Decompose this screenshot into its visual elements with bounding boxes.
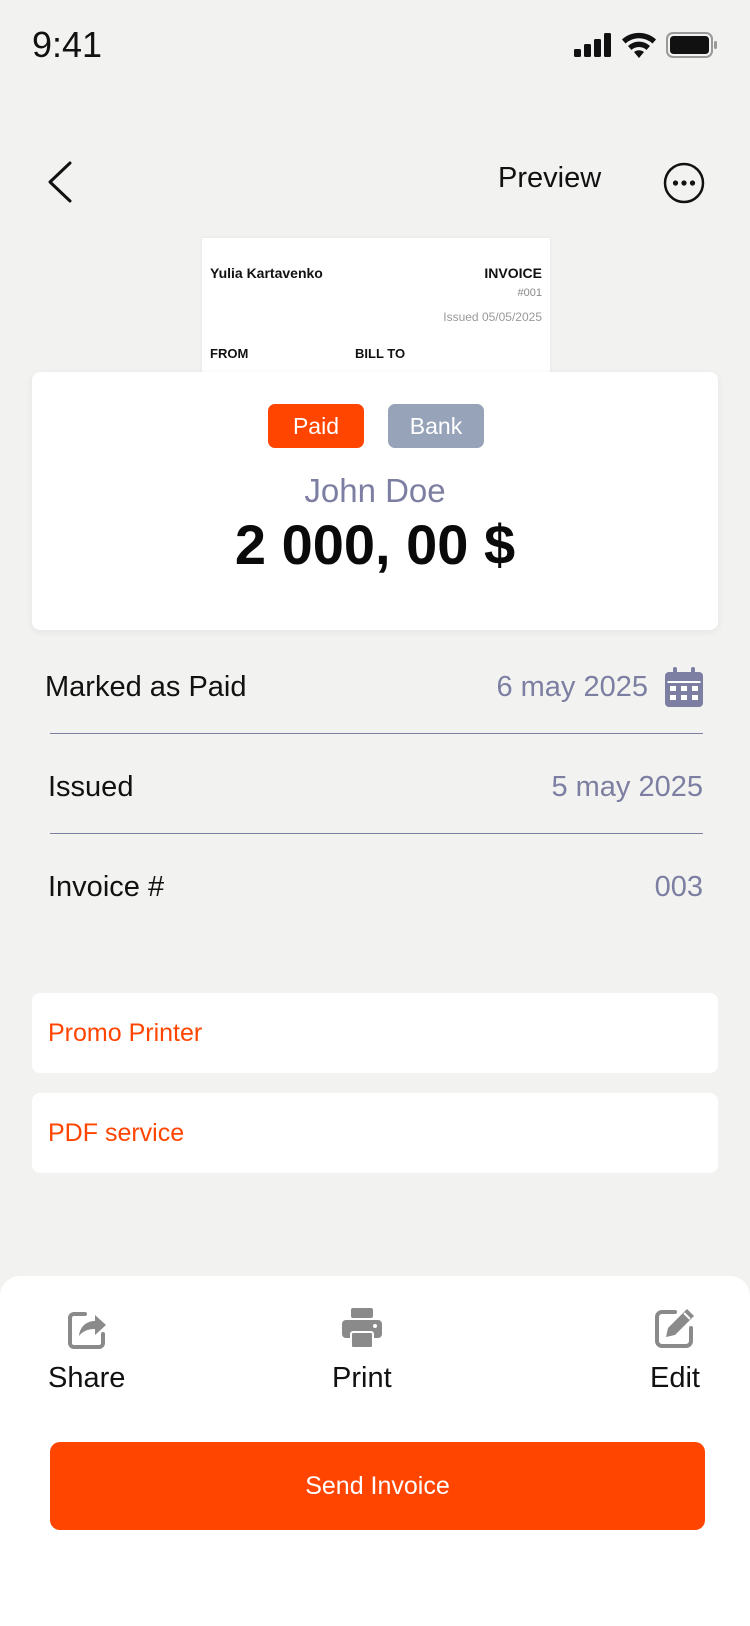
preview-sender-name: Yulia Kartavenko xyxy=(210,265,323,281)
battery-icon xyxy=(666,32,717,58)
preview-from-label: FROM xyxy=(210,346,249,361)
send-invoice-button[interactable]: Send Invoice xyxy=(50,1442,705,1530)
wifi-icon xyxy=(622,32,656,58)
print-button[interactable]: Print xyxy=(332,1306,392,1395)
edit-button[interactable]: Edit xyxy=(650,1306,700,1395)
bottom-action-sheet: Share Print Edit Send Invoice xyxy=(0,1276,750,1626)
print-label: Print xyxy=(332,1362,392,1394)
chevron-left-icon xyxy=(48,161,72,203)
more-options-button[interactable] xyxy=(663,162,705,204)
invoice-number-value: 003 xyxy=(654,871,703,903)
invoice-summary-card: Paid Bank John Doe 2 000, 00 $ xyxy=(32,372,718,630)
cellular-signal-icon xyxy=(574,33,611,57)
share-icon xyxy=(67,1312,106,1349)
status-bar: 9:41 xyxy=(0,0,750,92)
preview-issued-date: Issued 05/05/2025 xyxy=(443,310,542,324)
divider xyxy=(50,833,703,834)
marked-as-paid-date: 6 may 2025 xyxy=(496,671,648,703)
calendar-icon[interactable] xyxy=(665,667,703,707)
more-horizontal-icon xyxy=(663,162,705,204)
edit-label: Edit xyxy=(650,1362,700,1394)
payment-method-badge: Bank xyxy=(388,404,484,448)
printer-icon xyxy=(341,1308,382,1349)
marked-as-paid-row[interactable]: Marked as Paid 6 may 2025 xyxy=(45,667,703,771)
status-badge: Paid xyxy=(268,404,364,448)
invoice-amount: 2 000, 00 $ xyxy=(234,513,516,576)
status-time: 9:41 xyxy=(32,24,103,65)
preview-invoice-number: #001 xyxy=(517,287,542,299)
preview-doc-title: INVOICE xyxy=(484,265,542,281)
marked-as-paid-label: Marked as Paid xyxy=(45,671,247,703)
share-label: Share xyxy=(48,1362,126,1394)
invoice-preview-thumbnail[interactable]: Yulia Kartavenko INVOICE #001 Issued 05/… xyxy=(202,238,550,378)
preview-bill-to-label: BILL TO xyxy=(355,346,406,361)
page-title: Preview xyxy=(498,162,602,194)
issued-label: Issued xyxy=(48,771,134,803)
status-icons xyxy=(574,32,718,58)
share-button[interactable]: Share xyxy=(48,1306,125,1395)
back-button[interactable] xyxy=(38,155,82,209)
edit-icon xyxy=(654,1309,694,1348)
client-name: John Doe xyxy=(304,472,446,509)
issued-date: 5 may 2025 xyxy=(551,771,703,803)
divider xyxy=(50,733,703,734)
invoice-number-row[interactable]: Invoice # 003 xyxy=(48,871,703,971)
service-item-pdf-service[interactable]: PDF service xyxy=(32,1093,718,1173)
invoice-number-label: Invoice # xyxy=(48,871,165,903)
service-item-promo-printer[interactable]: Promo Printer xyxy=(32,993,718,1073)
issued-row[interactable]: Issued 5 may 2025 xyxy=(48,771,703,871)
